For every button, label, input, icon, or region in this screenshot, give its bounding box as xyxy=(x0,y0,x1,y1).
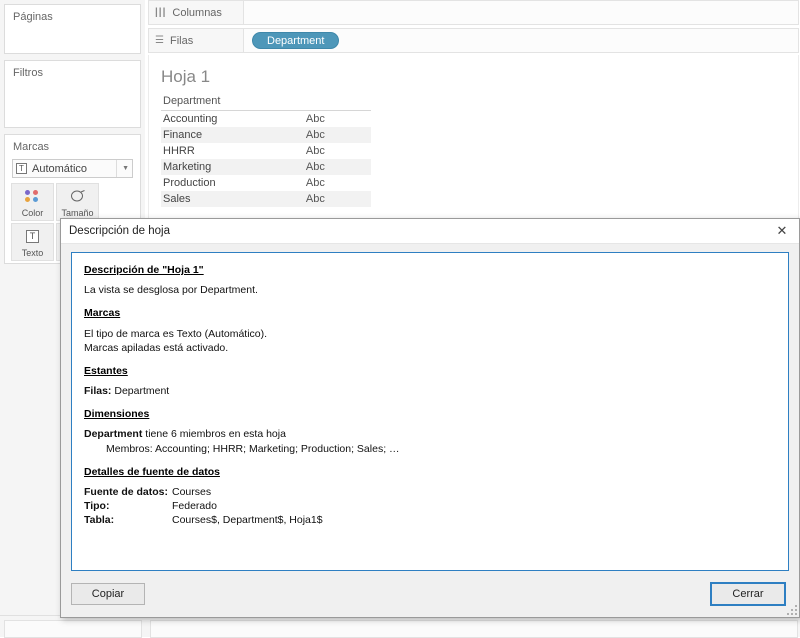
dialog-footer: Copiar Cerrar xyxy=(61,571,799,617)
table-cell-value: Abc xyxy=(278,111,371,128)
rows-shelf-dropzone[interactable]: Department xyxy=(244,29,798,52)
marks-color-label: Color xyxy=(22,208,44,218)
table-cell-department: Marketing xyxy=(161,159,278,175)
datasource-table-key: Tabla: xyxy=(84,513,172,527)
filters-shelf[interactable]: Filtros xyxy=(4,60,141,128)
close-icon[interactable]: ✕ xyxy=(765,219,799,244)
viz-text-table: Department AccountingAbcFinanceAbcHHRRAb… xyxy=(161,93,371,207)
description-intro: La vista se desglosa por Department. xyxy=(84,283,776,297)
table-cell-department: Finance xyxy=(161,127,278,143)
table-row[interactable]: ProductionAbc xyxy=(161,175,371,191)
description-textarea[interactable]: Descripción de "Hoja 1" La vista se desg… xyxy=(71,252,789,571)
column-header-value xyxy=(278,93,371,111)
marks-text-label: Texto xyxy=(22,248,44,258)
dialog-title: Descripción de hoja xyxy=(69,225,765,237)
table-cell-department: HHRR xyxy=(161,143,278,159)
mark-type-value: Automático xyxy=(32,163,116,175)
columns-shelf[interactable]: ||| Columnas xyxy=(148,0,799,25)
close-button[interactable]: Cerrar xyxy=(711,583,785,605)
datasource-type-key: Tipo: xyxy=(84,499,172,513)
columns-shelf-label-area: ||| Columnas xyxy=(149,1,244,24)
table-cell-department: Accounting xyxy=(161,111,278,128)
sheet-title: Hoja 1 xyxy=(149,55,798,93)
text-mark-icon: T xyxy=(16,163,27,174)
rows-icon: ☰ xyxy=(155,36,164,46)
tableau-worksheet-app: Páginas Filtros Marcas T Automático ▼ Co… xyxy=(0,0,800,637)
dialog-titlebar[interactable]: Descripción de hoja ✕ xyxy=(61,219,799,244)
table-row[interactable]: MarketingAbc xyxy=(161,159,371,175)
resize-grip-icon[interactable] xyxy=(785,603,797,615)
datasource-type-row: Tipo: Federado xyxy=(84,499,776,513)
table-cell-value: Abc xyxy=(278,159,371,175)
table-row[interactable]: FinanceAbc xyxy=(161,127,371,143)
pill-department[interactable]: Department xyxy=(252,32,339,49)
mark-type-dropdown[interactable]: T Automático ▼ xyxy=(12,159,133,178)
rows-shelf[interactable]: ☰ Filas Department xyxy=(148,28,799,53)
marks-size-label: Tamaño xyxy=(61,208,93,218)
column-header-department[interactable]: Department xyxy=(161,93,278,111)
rows-shelf-label-area: ☰ Filas xyxy=(149,29,244,52)
table-header-row: Department xyxy=(161,93,371,111)
bottom-strip-right-cell xyxy=(150,620,798,638)
marks-text-button[interactable]: T Texto xyxy=(11,223,54,261)
datasource-table-value: Courses$, Department$, Hoja1$ xyxy=(172,513,323,527)
marks-line-1: El tipo de marca es Texto (Automático). xyxy=(84,327,776,341)
table-cell-value: Abc xyxy=(278,191,371,207)
shelves-rows-key: Filas: xyxy=(84,385,111,397)
marks-color-button[interactable]: Color xyxy=(11,183,54,221)
table-row[interactable]: SalesAbc xyxy=(161,191,371,207)
dimensions-section-heading: Dimensiones xyxy=(84,407,776,421)
marks-size-button[interactable]: Tamaño xyxy=(56,183,99,221)
datasource-type-value: Federado xyxy=(172,499,217,513)
columns-shelf-dropzone[interactable] xyxy=(244,1,798,24)
marks-card-label: Marcas xyxy=(5,135,140,153)
filters-shelf-label: Filtros xyxy=(5,61,140,79)
pages-shelf[interactable]: Páginas xyxy=(4,4,141,54)
table-cell-department: Production xyxy=(161,175,278,191)
dimension-summary-line: Department tiene 6 miembros en esta hoja xyxy=(84,427,776,441)
datasource-section-heading: Detalles de fuente de datos xyxy=(84,465,776,479)
size-icon xyxy=(70,184,86,208)
shelves-rows-line: Filas: Department xyxy=(84,384,776,398)
sheet-description-dialog: Descripción de hoja ✕ Descripción de "Ho… xyxy=(60,218,800,618)
viz-table-body: AccountingAbcFinanceAbcHHRRAbcMarketingA… xyxy=(161,111,371,208)
shelves-section-heading: Estantes xyxy=(84,364,776,378)
datasource-table-row: Tabla: Courses$, Department$, Hoja1$ xyxy=(84,513,776,527)
marks-line-2: Marcas apiladas está activado. xyxy=(84,341,776,355)
table-cell-value: Abc xyxy=(278,127,371,143)
datasource-source-key: Fuente de datos: xyxy=(84,485,172,499)
columns-icon: ||| xyxy=(155,8,166,18)
pages-shelf-label: Páginas xyxy=(5,5,140,23)
table-cell-value: Abc xyxy=(278,175,371,191)
dimension-count-text: tiene 6 miembros en esta hoja xyxy=(142,428,286,440)
table-cell-value: Abc xyxy=(278,143,371,159)
color-dots-icon xyxy=(24,184,41,208)
table-cell-department: Sales xyxy=(161,191,278,207)
table-row[interactable]: HHRRAbc xyxy=(161,143,371,159)
description-heading: Descripción de "Hoja 1" xyxy=(84,263,776,277)
dimension-members-line: Membros: Accounting; HHRR; Marketing; Pr… xyxy=(84,442,776,456)
shelves-rows-value: Department xyxy=(114,385,169,397)
columns-shelf-label: Columnas xyxy=(172,7,222,19)
chevron-down-icon[interactable]: ▼ xyxy=(116,160,129,177)
rows-shelf-label: Filas xyxy=(170,35,193,47)
datasource-source-row: Fuente de datos: Courses xyxy=(84,485,776,499)
bottom-strip-left-cell xyxy=(4,620,142,638)
datasource-source-value: Courses xyxy=(172,485,211,499)
dimension-name: Department xyxy=(84,428,142,440)
bottom-status-strip xyxy=(0,615,800,637)
table-row[interactable]: AccountingAbc xyxy=(161,111,371,128)
dialog-body: Descripción de "Hoja 1" La vista se desg… xyxy=(61,244,799,571)
text-icon: T xyxy=(26,224,39,248)
copy-button[interactable]: Copiar xyxy=(71,583,145,605)
marks-section-heading: Marcas xyxy=(84,306,776,320)
